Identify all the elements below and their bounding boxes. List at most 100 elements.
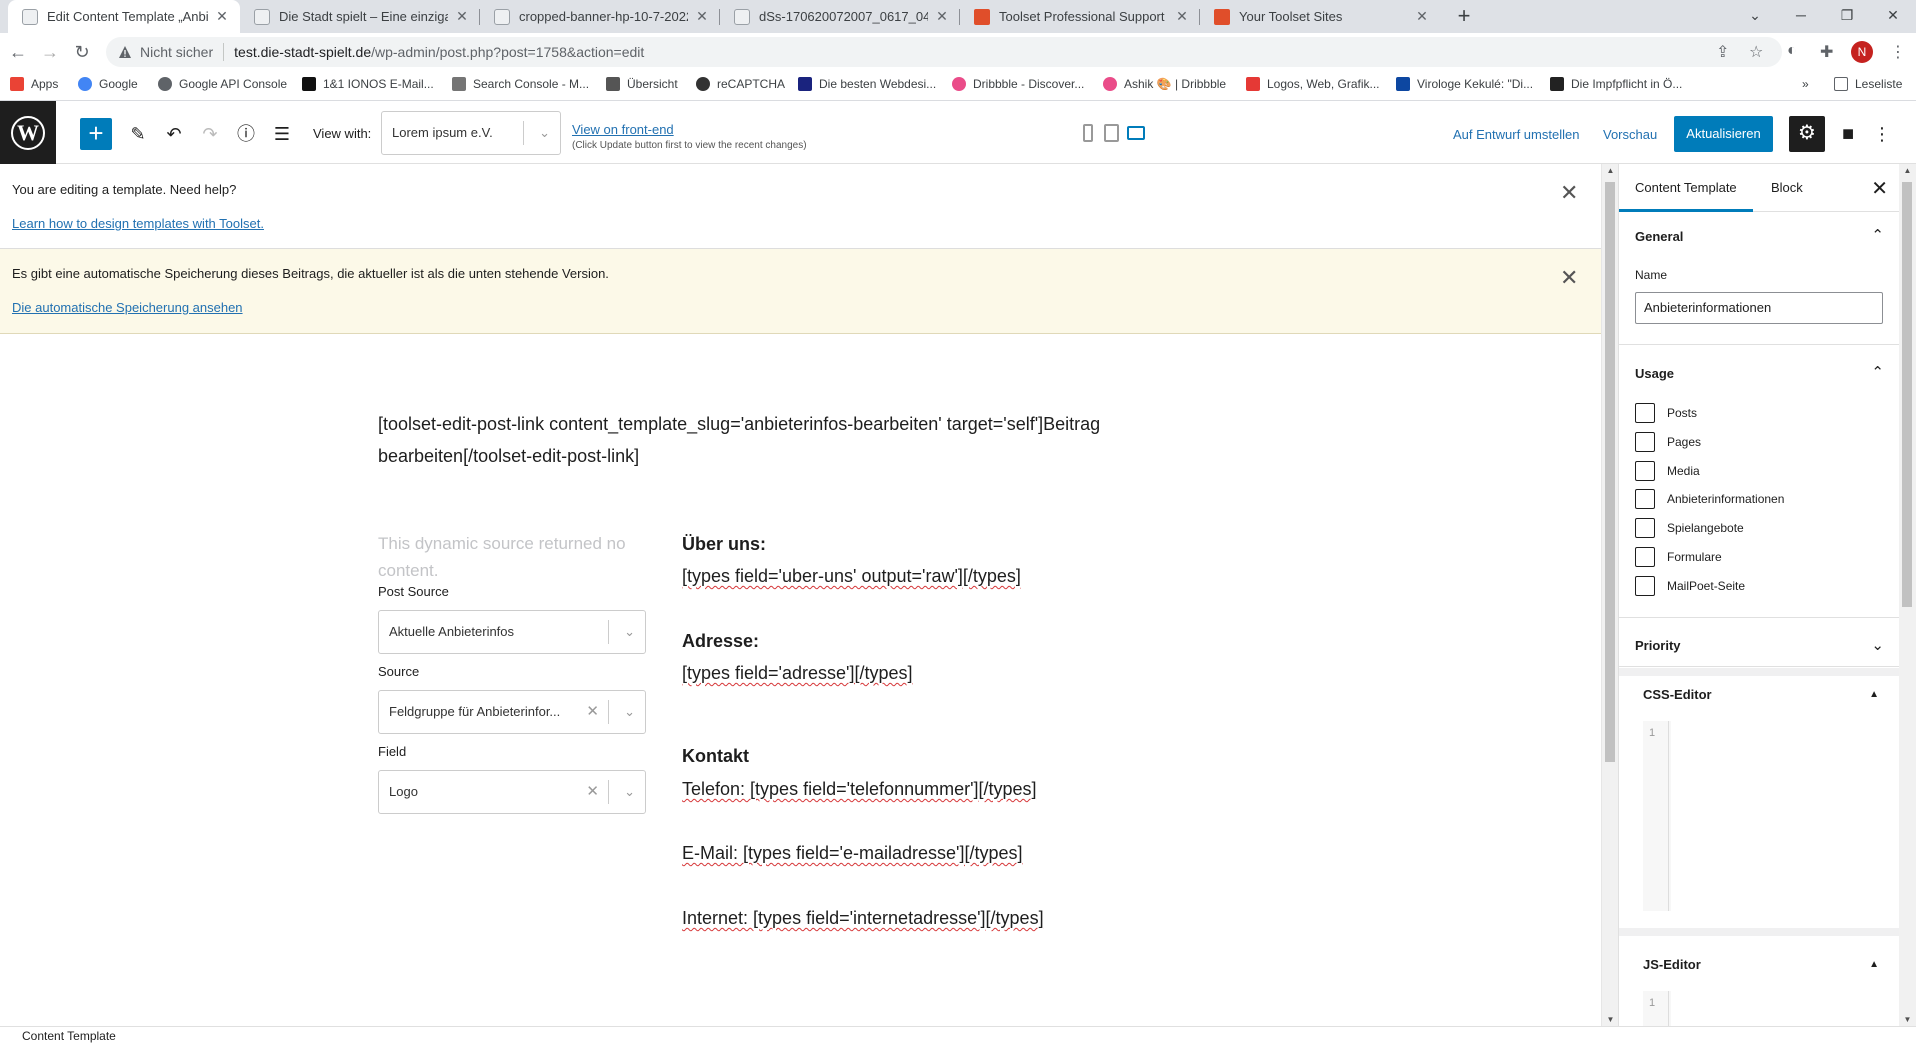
toolset-plugin-icon[interactable]: ■ [1836, 123, 1860, 147]
close-tab-icon[interactable]: ✕ [214, 8, 230, 25]
close-sidebar-icon[interactable]: ✕ [1871, 176, 1888, 201]
checkbox[interactable] [1635, 518, 1655, 538]
bookmark-webdesign[interactable]: Die besten Webdesi... [798, 77, 936, 91]
checkbox[interactable] [1635, 461, 1655, 481]
about-heading[interactable]: Über uns: [682, 534, 766, 555]
close-tab-icon[interactable]: ✕ [934, 8, 950, 25]
wordpress-logo-button[interactable]: W [0, 101, 56, 164]
field-select[interactable]: Logo ✕ ⌄ [378, 770, 646, 814]
bookmark-recaptcha[interactable]: reCAPTCHA [696, 77, 785, 91]
tablet-preview-icon[interactable] [1104, 124, 1119, 142]
extensions-puzzle-icon[interactable]: ✚ [1820, 42, 1833, 62]
restore-window-button[interactable]: ❐ [1824, 0, 1870, 33]
about-field-shortcode[interactable]: [types field='uber-uns' output='raw'][/t… [682, 566, 1021, 587]
close-tab-icon[interactable]: ✕ [1414, 8, 1430, 25]
redo-icon[interactable]: ↷ [198, 123, 222, 147]
desktop-preview-icon[interactable] [1127, 126, 1145, 140]
bookmark-logos[interactable]: Logos, Web, Grafik... [1246, 77, 1380, 91]
close-tab-icon[interactable]: ✕ [694, 8, 710, 25]
canvas-scrollbar[interactable]: ▲ ▼ [1601, 164, 1618, 1026]
bookmark-impfpflicht[interactable]: Die Impfpflicht in Ö... [1550, 77, 1682, 91]
js-editor-heading[interactable]: JS-Editor [1643, 957, 1701, 972]
usage-checkbox-formulare[interactable]: Formulare [1635, 547, 1722, 567]
preview-button[interactable]: Vorschau [1603, 127, 1657, 142]
usage-checkbox-spielangebote[interactable]: Spielangebote [1635, 518, 1744, 538]
share-icon[interactable]: ⇪ [1716, 42, 1729, 62]
bookmark-ionos[interactable]: 1&1 IONOS E-Mail... [302, 77, 434, 91]
browser-tab-3[interactable]: dSs-170620072007_0617_04212 ✕ [720, 0, 960, 33]
address-field-shortcode[interactable]: [types field='adresse'][/types] [682, 663, 913, 684]
tab-search-icon[interactable]: ⌄ [1732, 0, 1778, 33]
checkbox[interactable] [1635, 432, 1655, 452]
bookmark-star-icon[interactable]: ☆ [1749, 42, 1763, 62]
breadcrumb-item[interactable]: Content Template [22, 1029, 116, 1043]
bookmark-google-api[interactable]: Google API Console [158, 77, 287, 91]
options-menu-icon[interactable]: ⋮ [1870, 123, 1894, 147]
bookmark-search-console[interactable]: Search Console - M... [452, 77, 589, 91]
js-editor-textarea[interactable]: 1 [1643, 991, 1876, 1026]
mobile-preview-icon[interactable] [1083, 124, 1093, 142]
browser-menu-icon[interactable]: ⋮ [1890, 42, 1906, 62]
usage-checkbox-mailpoet[interactable]: MailPoet-Seite [1635, 576, 1745, 596]
close-icon[interactable]: ✕ [1560, 265, 1578, 291]
browser-tab-0[interactable]: Edit Content Template „Anbieten ✕ [8, 0, 240, 33]
clear-icon[interactable]: ✕ [586, 771, 599, 813]
usage-panel-header[interactable]: Usage ⌃ [1619, 344, 1900, 394]
reading-list-button[interactable]: Leseliste [1834, 77, 1902, 91]
switch-to-draft-button[interactable]: Auf Entwurf umstellen [1453, 127, 1579, 142]
more-bookmarks-icon[interactable]: » [1802, 77, 1809, 91]
edit-pencil-icon[interactable]: ✎ [126, 123, 150, 147]
tab-content-template[interactable]: Content Template [1619, 164, 1753, 212]
view-on-front-end-link[interactable]: View on front-end [572, 122, 674, 137]
collapse-triangle-icon[interactable]: ▲ [1869, 689, 1879, 700]
reload-icon[interactable]: ↻ [69, 39, 95, 65]
template-name-input[interactable]: Anbieterinformationen [1635, 292, 1883, 324]
browser-tab-1[interactable]: Die Stadt spielt – Eine einzigartig ✕ [240, 0, 480, 33]
internet-line[interactable]: Internet: [types field='internetadresse'… [682, 908, 1044, 929]
checkbox[interactable] [1635, 547, 1655, 567]
toolset-help-link[interactable]: Learn how to design templates with Tools… [12, 216, 264, 231]
browser-tab-2[interactable]: cropped-banner-hp-10-7-2022- ✕ [480, 0, 720, 33]
post-source-select[interactable]: Aktuelle Anbieterinfos ⌄ [378, 610, 646, 654]
extension-circle-icon[interactable]: ◐ [1787, 42, 1797, 60]
minimize-window-button[interactable]: ─ [1778, 0, 1824, 33]
address-bar[interactable]: Nicht sicher test.die-stadt-spielt.de /w… [106, 37, 1782, 67]
clear-icon[interactable]: ✕ [586, 691, 599, 733]
priority-panel-header[interactable]: Priority ⌄ [1619, 617, 1900, 667]
phone-line[interactable]: Telefon: [types field='telefonnummer'][/… [682, 779, 1037, 800]
forward-icon[interactable]: → [37, 39, 63, 65]
bookmark-ashik-dribbble[interactable]: Ashik 🎨 | Dribbble [1103, 77, 1226, 91]
close-icon[interactable]: ✕ [1560, 180, 1578, 206]
settings-gear-icon[interactable]: ⚙ [1789, 116, 1825, 152]
list-view-icon[interactable]: ☰ [270, 123, 294, 147]
scroll-thumb[interactable] [1902, 182, 1912, 607]
close-tab-icon[interactable]: ✕ [454, 8, 470, 25]
usage-checkbox-posts[interactable]: Posts [1635, 403, 1697, 423]
undo-icon[interactable]: ↶ [162, 123, 186, 147]
shortcode-block[interactable]: [toolset-edit-post-link content_template… [378, 408, 1138, 472]
checkbox[interactable] [1635, 576, 1655, 596]
css-editor-textarea[interactable]: 1 [1643, 721, 1876, 911]
close-window-button[interactable]: ✕ [1870, 0, 1916, 33]
bookmark-dribbble[interactable]: Dribbble - Discover... [952, 77, 1084, 91]
close-tab-icon[interactable]: ✕ [1174, 8, 1190, 25]
browser-tab-5[interactable]: Your Toolset Sites ✕ [1200, 0, 1440, 33]
browser-tab-4[interactable]: Toolset Professional Support - To ✕ [960, 0, 1200, 33]
usage-checkbox-anbieterinformationen[interactable]: Anbieterinformationen [1635, 489, 1784, 509]
collapse-triangle-icon[interactable]: ▲ [1869, 959, 1879, 970]
usage-checkbox-media[interactable]: Media [1635, 461, 1700, 481]
back-icon[interactable]: ← [5, 39, 31, 65]
tab-block[interactable]: Block [1755, 164, 1819, 212]
update-button[interactable]: Aktualisieren [1674, 116, 1773, 152]
security-label[interactable]: Nicht sicher [140, 44, 213, 60]
email-line[interactable]: E-Mail: [types field='e-mailadresse'][/t… [682, 843, 1023, 864]
new-tab-button[interactable]: + [1450, 3, 1478, 31]
sidebar-scrollbar[interactable]: ▲ ▼ [1899, 164, 1916, 1026]
bookmark-virologe[interactable]: Virologe Kekulé: "Di... [1396, 77, 1533, 91]
add-block-button[interactable]: + [80, 118, 112, 150]
bookmark-uebersicht[interactable]: Übersicht [606, 77, 678, 91]
info-icon[interactable]: ⓘ [234, 123, 258, 147]
usage-checkbox-pages[interactable]: Pages [1635, 432, 1701, 452]
checkbox[interactable] [1635, 489, 1655, 509]
scroll-thumb[interactable] [1605, 182, 1615, 762]
